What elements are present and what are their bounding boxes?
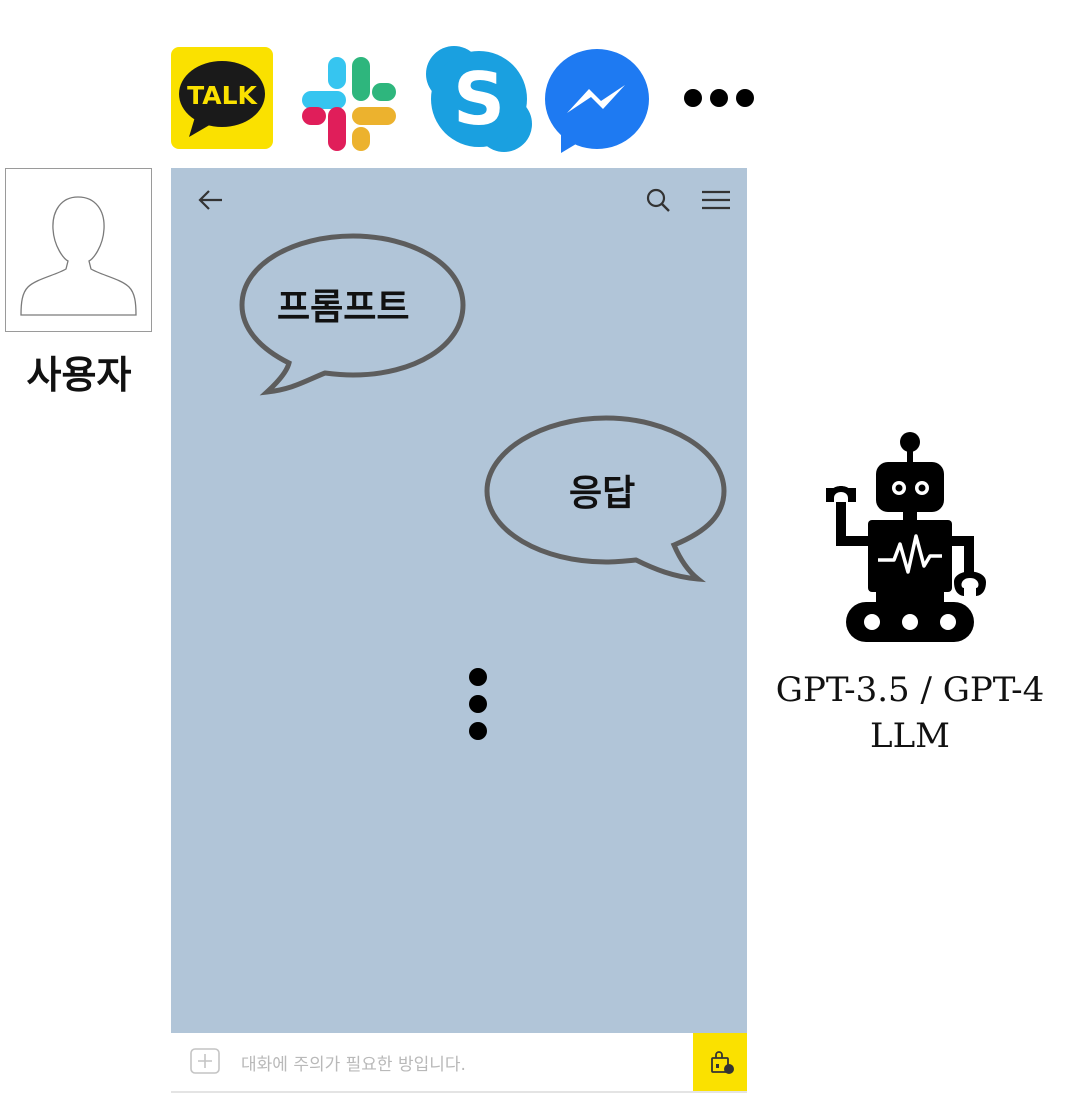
- user-label: 사용자: [26, 353, 132, 397]
- more-apps-icon[interactable]: [680, 85, 760, 111]
- kakaotalk-icon[interactable]: TALK: [171, 47, 273, 149]
- response-text: 응답: [569, 473, 636, 514]
- chat-window: 프롬프트 응답: [171, 168, 747, 1033]
- kakaotalk-label: TALK: [187, 81, 258, 110]
- add-attachment-icon[interactable]: [190, 1048, 220, 1074]
- slack-icon[interactable]: [298, 53, 400, 155]
- robot-icon: [826, 432, 986, 642]
- prompt-text: 프롬프트: [277, 287, 410, 328]
- llm-model-label: GPT-3.5 / GPT-4: [775, 670, 1045, 710]
- continuation-dots-icon: [469, 668, 487, 740]
- user-avatar: [5, 168, 152, 332]
- menu-icon[interactable]: [700, 189, 732, 211]
- messenger-icon[interactable]: [543, 47, 651, 155]
- svg-text:S: S: [453, 57, 505, 141]
- search-icon[interactable]: [646, 188, 672, 214]
- skype-icon[interactable]: S: [424, 44, 534, 154]
- back-arrow-icon[interactable]: [196, 188, 226, 212]
- send-button[interactable]: [693, 1033, 747, 1091]
- message-composer: 대화에 주의가 필요한 방입니다.: [171, 1033, 747, 1093]
- lock-chat-icon: [711, 1051, 734, 1074]
- person-icon: [20, 196, 137, 316]
- llm-type-label: LLM: [870, 716, 950, 756]
- message-input[interactable]: 대화에 주의가 필요한 방입니다.: [241, 1050, 466, 1075]
